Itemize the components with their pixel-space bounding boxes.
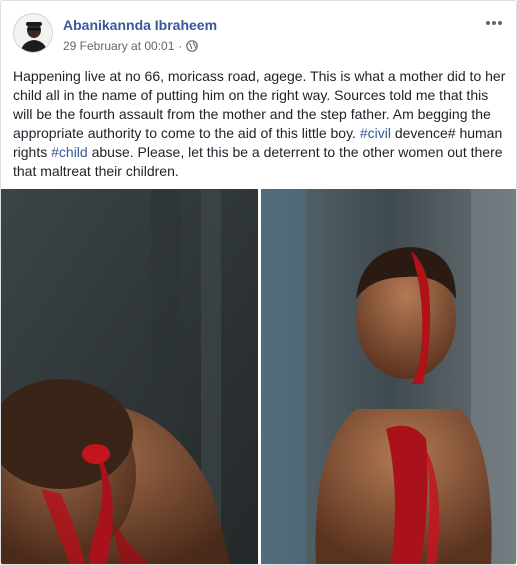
post-meta: 29 February at 00:01 ·	[63, 39, 199, 53]
post-photo-2[interactable]	[261, 189, 516, 564]
post-header: Abanikannda Ibraheem 29 February at 00:0…	[13, 13, 506, 61]
post-photo-1[interactable]	[1, 189, 258, 564]
hashtag-child[interactable]: #child	[51, 144, 88, 160]
post-card: Abanikannda Ibraheem 29 February at 00:0…	[0, 0, 517, 565]
post-timestamp[interactable]: 29 February at 00:01	[63, 39, 174, 53]
globe-icon[interactable]	[186, 40, 199, 52]
meta-separator: ·	[178, 39, 183, 53]
photo-2-image	[261, 189, 516, 564]
author-name[interactable]: Abanikannda Ibraheem	[63, 17, 217, 33]
photo-grid	[1, 189, 516, 564]
more-options-icon[interactable]	[482, 15, 506, 31]
post-text: Happening live at no 66, moricass road, …	[13, 67, 509, 181]
author-avatar[interactable]	[13, 13, 53, 53]
hashtag-civil[interactable]: #civil	[360, 125, 391, 141]
photo-1-image	[1, 189, 258, 564]
avatar-image	[14, 14, 52, 52]
